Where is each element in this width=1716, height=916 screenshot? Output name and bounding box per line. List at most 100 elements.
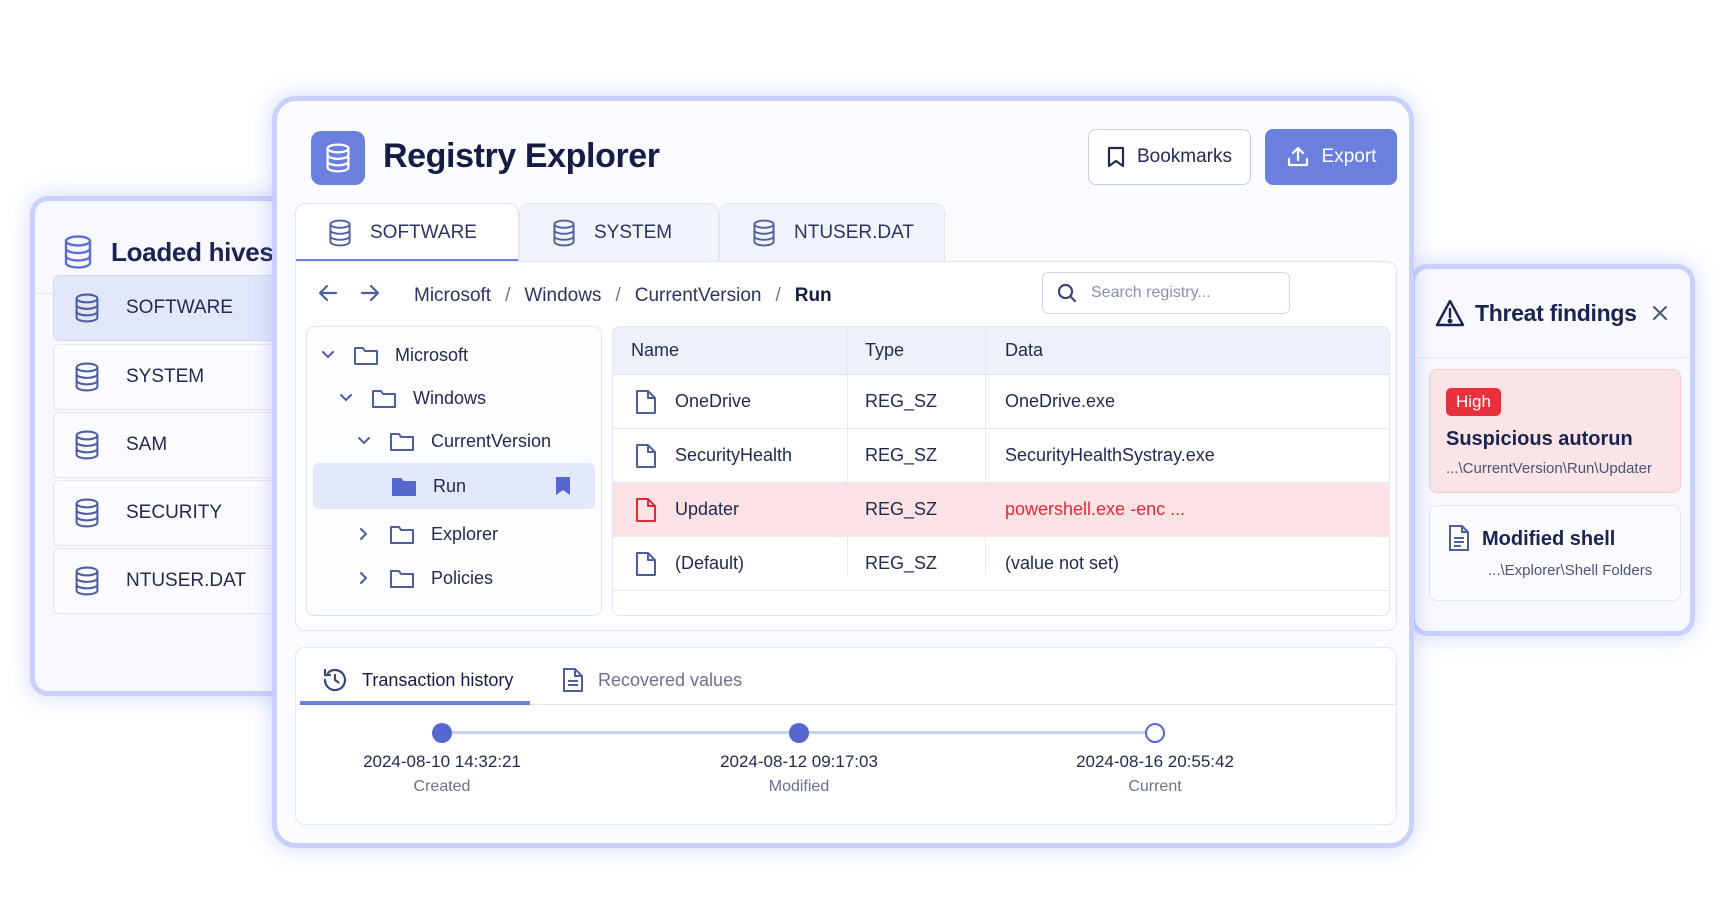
table-row-flagged[interactable]: Updater REG_SZ powershell.exe -enc ...: [613, 483, 1389, 537]
database-icon: [74, 498, 100, 528]
tree-node-microsoft[interactable]: Microsoft: [317, 335, 468, 375]
value-data: (value not set): [1005, 553, 1120, 573]
tree-node-windows[interactable]: Windows: [335, 378, 486, 418]
value-name: SecurityHealth: [675, 445, 793, 465]
document-icon: [562, 667, 584, 693]
value-type: REG_SZ: [865, 553, 938, 573]
bookmarks-button[interactable]: Bookmarks: [1088, 129, 1251, 185]
tree-label: CurrentVersion: [431, 430, 552, 451]
bookmarks-label: Bookmarks: [1136, 146, 1233, 167]
value-type: REG_SZ: [865, 391, 938, 411]
hives-title: Loaded hives: [111, 236, 274, 267]
chevron-down-icon[interactable]: [335, 394, 357, 402]
chevron-down-icon[interactable]: [317, 351, 339, 359]
chevron-right-icon[interactable]: [353, 528, 375, 540]
file-icon: [635, 375, 657, 428]
hive-item-system[interactable]: SYSTEM: [53, 344, 308, 410]
column-header-data[interactable]: Data: [1005, 327, 1043, 374]
folder-icon: [389, 567, 415, 589]
timeline-point-modified[interactable]: [789, 723, 809, 743]
column-header-name[interactable]: Name: [631, 327, 679, 374]
breadcrumb-item[interactable]: Microsoft: [414, 285, 491, 307]
database-icon: [74, 362, 100, 392]
column-divider: [847, 327, 848, 575]
tree-node-run-selected[interactable]: Run: [313, 463, 595, 509]
history-panel: Transaction history Recovered values 202…: [295, 647, 1397, 825]
severity-badge: High: [1446, 388, 1501, 416]
finding-path: ...\Explorer\Shell Folders: [1488, 562, 1653, 579]
export-button[interactable]: Export: [1265, 129, 1397, 185]
search-box[interactable]: [1042, 272, 1290, 314]
database-icon: [552, 219, 576, 247]
finding-path: ...\CurrentVersion\Run\Updater: [1446, 460, 1652, 477]
values-table: Name Type Data OneDrive REG_SZ OneDrive.…: [612, 326, 1390, 616]
hive-label: SYSTEM: [126, 366, 205, 387]
back-arrow-icon[interactable]: [318, 284, 338, 302]
timeline-date: 2024-08-12 09:17:03: [720, 752, 878, 771]
finding-card-high[interactable]: High Suspicious autorun ...\CurrentVersi…: [1429, 369, 1681, 493]
tree-label: Explorer: [431, 523, 499, 544]
breadcrumb-item[interactable]: Windows: [524, 285, 601, 307]
tab-transaction-history[interactable]: Transaction history: [322, 658, 513, 702]
tab-system[interactable]: SYSTEM: [519, 203, 719, 261]
breadcrumb-separator: /: [615, 285, 621, 306]
table-row[interactable]: OneDrive REG_SZ OneDrive.exe: [613, 375, 1389, 429]
timeline-point-current[interactable]: [1145, 723, 1165, 743]
tab-recovered-values[interactable]: Recovered values: [562, 658, 742, 702]
search-icon: [1057, 283, 1077, 303]
breadcrumb-item[interactable]: CurrentVersion: [635, 285, 762, 307]
chevron-right-icon[interactable]: [353, 572, 375, 584]
database-icon: [74, 430, 100, 460]
content-area: Microsoft / Windows / CurrentVersion / R…: [295, 261, 1397, 631]
app-title: Registry Explorer: [383, 137, 660, 175]
registry-explorer-window: Registry Explorer Bookmarks Export SOFTW…: [272, 96, 1414, 848]
breadcrumb-separator: /: [505, 285, 511, 306]
timeline-point-created[interactable]: [432, 723, 452, 743]
tree-node-currentversion[interactable]: CurrentVersion: [353, 421, 551, 461]
tab-ntuser[interactable]: NTUSER.DAT: [719, 203, 945, 261]
table-row[interactable]: (Default) REG_SZ (value not set): [613, 537, 1389, 591]
finding-title: Modified shell: [1482, 528, 1616, 550]
registry-tree: Microsoft Windows CurrentVersion Run Exp: [306, 326, 602, 616]
tree-label: Run: [433, 475, 467, 496]
upload-icon: [1286, 145, 1310, 169]
value-name: (Default): [675, 553, 745, 573]
app-logo-database-icon: [311, 131, 365, 185]
hive-item-software[interactable]: SOFTWARE: [53, 275, 308, 341]
tab-label: SOFTWARE: [370, 221, 477, 243]
warning-icon: [1435, 299, 1465, 327]
chevron-down-icon[interactable]: [353, 437, 375, 445]
column-header-type[interactable]: Type: [865, 327, 904, 374]
value-name: OneDrive: [675, 391, 752, 411]
active-tab-indicator: [300, 701, 530, 705]
bookmark-filled-icon[interactable]: [555, 476, 571, 496]
hive-item-sam[interactable]: SAM: [53, 412, 308, 478]
close-icon[interactable]: [1652, 305, 1668, 321]
table-header: Name Type Data: [613, 327, 1389, 375]
hive-label: SAM: [126, 434, 168, 455]
tree-node-policies[interactable]: Policies: [353, 558, 493, 598]
hive-item-ntuser[interactable]: NTUSER.DAT: [53, 548, 308, 614]
database-icon: [74, 293, 100, 323]
breadcrumb-separator: /: [775, 285, 781, 306]
forward-arrow-icon[interactable]: [360, 284, 380, 302]
export-label: Export: [1321, 146, 1377, 167]
hive-item-security[interactable]: SECURITY: [53, 480, 308, 546]
search-input[interactable]: [1091, 284, 1261, 302]
document-icon: [1448, 524, 1470, 552]
database-icon: [74, 566, 100, 596]
value-data: powershell.exe -enc ...: [1005, 499, 1186, 519]
tree-label: Microsoft: [395, 344, 469, 365]
tree-label: Policies: [431, 567, 494, 588]
threats-title: Threat findings: [1475, 299, 1637, 326]
column-divider: [985, 327, 986, 575]
finding-card[interactable]: Modified shell ...\Explorer\Shell Folder…: [1429, 505, 1681, 601]
breadcrumb-current: Run: [794, 285, 832, 306]
hive-label: NTUSER.DAT: [126, 570, 246, 591]
folder-icon: [389, 430, 415, 452]
history-icon: [322, 667, 348, 693]
table-row[interactable]: SecurityHealth REG_SZ SecurityHealthSyst…: [613, 429, 1389, 483]
hive-label: SECURITY: [126, 502, 223, 523]
tab-software[interactable]: SOFTWARE: [295, 203, 519, 263]
tree-node-explorer[interactable]: Explorer: [353, 514, 498, 554]
